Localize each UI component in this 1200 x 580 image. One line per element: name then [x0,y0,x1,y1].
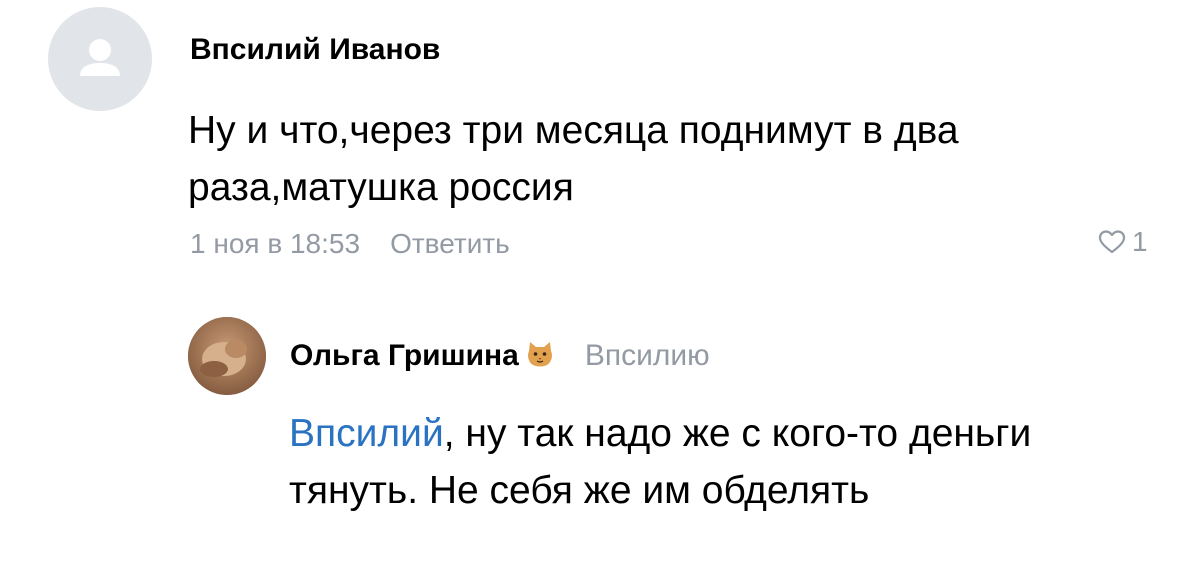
comment-text: Ну и что,через три месяца поднимут в два… [188,109,959,209]
reply-text: Впсилий, ну так надо же с кого-то деньги… [289,405,1149,519]
mention-link[interactable]: Впсилий [289,412,444,455]
comment-date[interactable]: 1 ноя в 18:53 [190,228,360,259]
comments-thread: Впсилий Иванов Ну и что,через три месяца… [0,0,1200,580]
like-count: 1 [1132,226,1148,257]
cat-face-icon [525,340,555,373]
reply-author[interactable]: Ольга Гришина [290,339,519,373]
reply-button[interactable]: Ответить [390,228,510,259]
reply-avatar[interactable] [188,317,266,395]
avatar[interactable] [48,7,152,111]
reply-to-link[interactable]: Впсилию [585,339,710,373]
comment: Впсилий Иванов Ну и что,через три месяца… [0,0,1200,280]
comment-author[interactable]: Впсилий Иванов [190,33,440,67]
comment-meta: 1 ноя в 18:53 Ответить [190,228,510,260]
user-photo-image [188,317,266,395]
like-button[interactable]: 1 [1098,226,1148,258]
heart-icon [1098,230,1126,254]
user-silhouette-icon [80,39,120,76]
reply-header: Ольга Гришина Впсилию [290,339,710,373]
